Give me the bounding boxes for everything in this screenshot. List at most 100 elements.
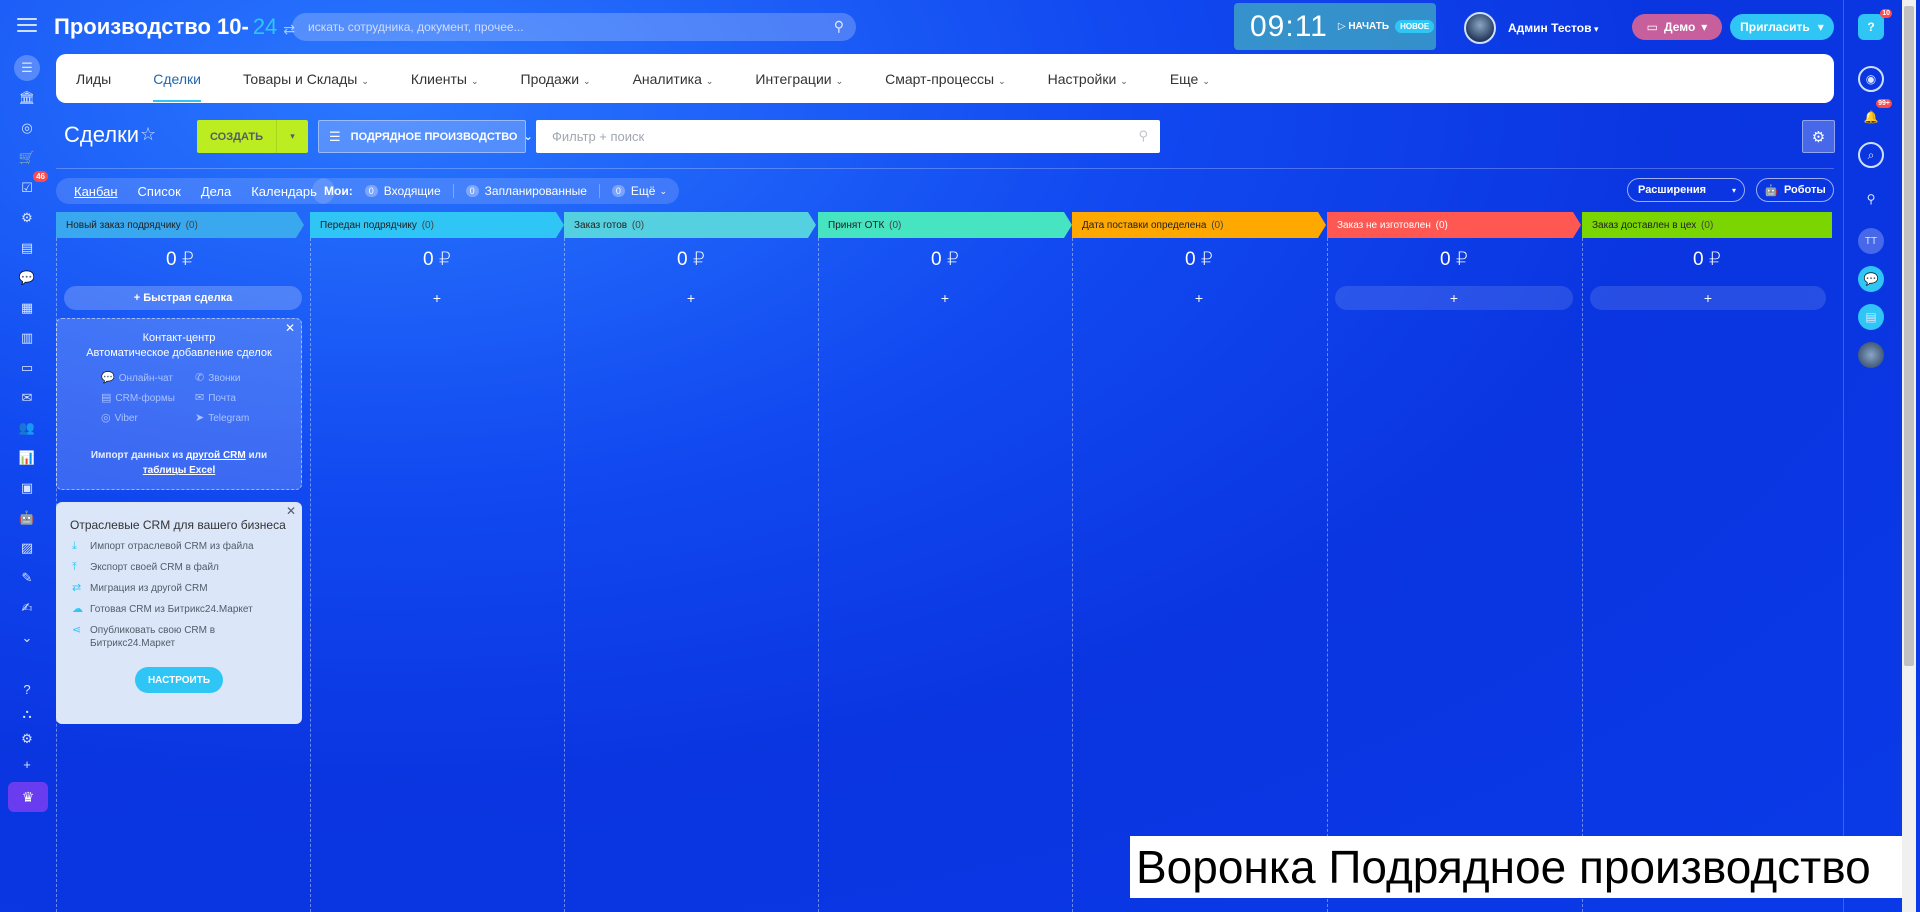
view-activities[interactable]: Дела: [201, 184, 231, 199]
bank-icon[interactable]: 🏛: [16, 87, 38, 109]
view-list[interactable]: Список: [138, 184, 181, 199]
automation-icon[interactable]: ⚙: [16, 207, 38, 229]
cart-icon[interactable]: 🛒: [16, 147, 38, 169]
nav-sales[interactable]: Продажи ⌄: [521, 71, 591, 87]
gear-icon[interactable]: ⚙: [1802, 120, 1835, 153]
channel-mail[interactable]: ✉ Почта: [195, 391, 275, 404]
invite-button[interactable]: Пригласить ▾: [1730, 14, 1834, 40]
box-icon[interactable]: ▨: [16, 537, 38, 559]
star-icon[interactable]: ☆: [140, 124, 156, 145]
add-deal-button[interactable]: +: [1335, 286, 1573, 310]
scrollbar-thumb[interactable]: [1904, 6, 1914, 666]
column-header[interactable]: Передан подрядчику (0): [310, 212, 564, 238]
list-item[interactable]: ☁ Готовая CRM из Битрикс24.Маркет: [72, 603, 302, 616]
close-icon[interactable]: ✕: [285, 321, 295, 335]
list-item[interactable]: ⇄ Миграция из другой CRM: [72, 582, 302, 595]
close-icon[interactable]: ✕: [286, 504, 296, 518]
channel-telegram[interactable]: ➤ Telegram: [195, 411, 275, 424]
portal-logo[interactable]: Производство 10- 24 ⇄: [54, 14, 295, 40]
nav-more[interactable]: Еще ⌄: [1170, 71, 1210, 87]
user-menu[interactable]: Админ Тестов: [1464, 12, 1599, 44]
robots-button[interactable]: 🤖 Роботы: [1756, 178, 1834, 202]
filter-icon[interactable]: ☰: [14, 55, 40, 81]
nav-smart-processes[interactable]: Смарт-процессы ⌄: [885, 71, 1005, 87]
column-header[interactable]: Заказ не изготовлен (0): [1327, 212, 1581, 238]
user-name[interactable]: Админ Тестов: [1508, 21, 1599, 35]
filter-search-icon[interactable]: ⚲: [1138, 128, 1148, 144]
channel-crm-forms[interactable]: ▤ CRM-формы: [101, 391, 195, 404]
plus-icon[interactable]: +: [16, 753, 38, 775]
robot-icon[interactable]: 🤖: [16, 507, 38, 529]
configure-button[interactable]: НАСТРОИТЬ: [135, 667, 223, 693]
search-chat-icon[interactable]: ⌕: [1858, 142, 1884, 168]
bell-icon[interactable]: 🔔 99+: [1858, 99, 1892, 130]
settings-icon[interactable]: ⚙: [16, 728, 38, 750]
inbox-icon[interactable]: ▭: [16, 357, 38, 379]
calendar-icon[interactable]: ▦: [16, 297, 38, 319]
demo-button[interactable]: ▭ Демо ▾: [1632, 14, 1722, 40]
create-label[interactable]: СОЗДАТЬ: [197, 120, 277, 153]
create-button[interactable]: СОЗДАТЬ ▾: [197, 120, 308, 153]
add-deal-button[interactable]: +: [318, 286, 556, 310]
import-other-crm-link[interactable]: другой CRM: [186, 450, 246, 461]
column-header[interactable]: Принят ОТК (0): [818, 212, 1072, 238]
filter-search-input[interactable]: Фильтр + поиск ⚲: [536, 120, 1160, 153]
page-scrollbar[interactable]: [1902, 0, 1916, 912]
tasks-icon[interactable]: ☑ 46: [16, 171, 48, 199]
nav-products[interactable]: Товары и Склады ⌄: [243, 71, 369, 87]
add-deal-button[interactable]: +: [826, 286, 1064, 310]
search-icon[interactable]: ⚲: [1858, 186, 1884, 212]
add-deal-button[interactable]: +: [572, 286, 810, 310]
column-header[interactable]: Заказ доставлен в цех (0): [1582, 212, 1832, 238]
quick-deal-button[interactable]: + Быстрая сделка: [64, 286, 302, 310]
copilot-icon[interactable]: ◉: [1858, 66, 1884, 92]
chevron-down-circle-icon[interactable]: ⌄: [16, 627, 38, 649]
messenger-icon[interactable]: 💬: [1858, 266, 1884, 292]
channel-calls[interactable]: ✆ Звонки: [195, 371, 275, 384]
sitemap-icon[interactable]: ⛬: [16, 703, 38, 725]
extensions-dropdown-icon[interactable]: ▾: [1732, 186, 1736, 195]
work-day-widget[interactable]: 09:11 ▷ НАЧАТЬ НОВОЕ: [1234, 3, 1436, 50]
nav-deals[interactable]: Сделки: [153, 71, 201, 102]
file-icon[interactable]: ▥: [16, 327, 38, 349]
top-search-input[interactable]: искать сотрудника, документ, прочее... ⚲: [292, 13, 856, 41]
user-avatar[interactable]: [1464, 12, 1496, 44]
user-initials-avatar[interactable]: ТТ: [1858, 228, 1884, 254]
help-button-icon[interactable]: ? 10: [1858, 9, 1892, 40]
channel-online-chat[interactable]: 💬 Онлайн-чат: [101, 371, 195, 384]
add-deal-button[interactable]: +: [1080, 286, 1318, 310]
notes-icon[interactable]: ▤: [1858, 304, 1884, 330]
nav-leads[interactable]: Лиды: [76, 71, 111, 87]
list-item[interactable]: ⋖ Опубликовать свою CRM в Битрикс24.Марке…: [72, 624, 302, 650]
nav-analytics[interactable]: Аналитика ⌄: [633, 71, 714, 87]
channel-viber[interactable]: ◎ Viber: [101, 411, 195, 424]
mail-icon[interactable]: ✉: [16, 387, 38, 409]
add-deal-button[interactable]: +: [1590, 286, 1826, 310]
extensions-button[interactable]: Расширения ▾: [1627, 178, 1745, 202]
column-header[interactable]: Заказ готов (0): [564, 212, 816, 238]
import-excel-link[interactable]: таблицы Excel: [143, 465, 216, 476]
sign-icon[interactable]: ✍: [16, 597, 38, 619]
view-calendar[interactable]: Календарь: [251, 184, 317, 199]
more-filter[interactable]: Ещё: [631, 184, 656, 198]
chat-icon[interactable]: 💬: [16, 267, 38, 289]
column-header[interactable]: Новый заказ подрядчику (0): [56, 212, 304, 238]
nav-clients[interactable]: Клиенты ⌄: [411, 71, 479, 87]
edit-doc-icon[interactable]: ✎: [16, 567, 38, 589]
target-icon[interactable]: ◎: [16, 117, 38, 139]
help-icon[interactable]: ?: [16, 678, 38, 700]
nav-integrations[interactable]: Интеграции ⌄: [755, 71, 843, 87]
create-dropdown-icon[interactable]: ▾: [277, 120, 308, 153]
incoming-filter[interactable]: Входящие: [384, 184, 441, 198]
search-magnifier-icon[interactable]: ⚲: [834, 18, 844, 35]
crown-icon[interactable]: ♛: [8, 782, 48, 812]
menu-burger-icon[interactable]: [17, 18, 37, 34]
list-item[interactable]: ⤒ Экспорт своей CRM в файл: [72, 561, 302, 574]
column-header[interactable]: Дата поставки определена (0): [1072, 212, 1326, 238]
contact-card-icon[interactable]: ▣: [16, 477, 38, 499]
chart-icon[interactable]: 📊: [16, 447, 38, 469]
users-icon[interactable]: 👥: [16, 417, 38, 439]
planned-filter[interactable]: Запланированные: [485, 184, 587, 198]
nav-settings[interactable]: Настройки ⌄: [1048, 71, 1128, 87]
start-day-button[interactable]: ▷ НАЧАТЬ: [1338, 21, 1389, 32]
